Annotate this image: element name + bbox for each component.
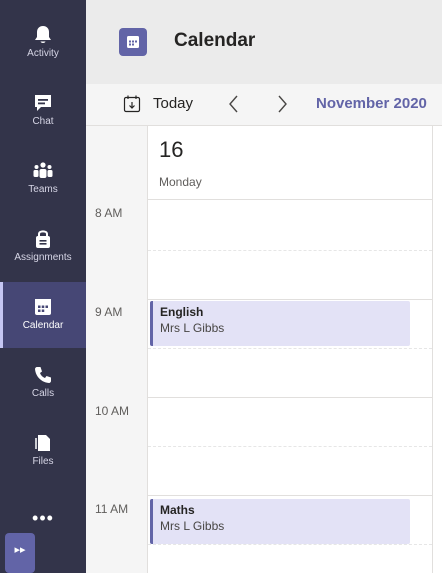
phone-icon <box>35 367 51 383</box>
day-header: 16 Monday <box>148 126 432 200</box>
files-icon <box>35 435 50 451</box>
event-organizer: Mrs L Gibbs <box>160 321 225 335</box>
rail-item-label: Assignments <box>14 252 72 263</box>
rail-item-label: Teams <box>28 184 58 195</box>
event-title: English <box>160 305 204 319</box>
hour-label: 10 AM <box>95 404 130 418</box>
half-hour-line <box>148 544 432 545</box>
rail-item-teams[interactable]: Teams <box>0 146 86 212</box>
hour-line <box>148 397 432 398</box>
hour-line <box>148 299 432 300</box>
rail-item-label: Chat <box>32 116 54 127</box>
hour-label: 8 AM <box>95 206 123 220</box>
calendar-grid: 8 AM 9 AM 10 AM 11 AM 16 Monday English … <box>86 126 442 573</box>
hour-label: 9 AM <box>95 305 123 319</box>
half-hour-line <box>148 348 432 349</box>
app-header: Calendar <box>86 0 442 84</box>
teams-icon <box>33 162 53 178</box>
calendar-toolbar: Today November 2020 <box>86 84 442 126</box>
chevron-left-icon[interactable] <box>224 92 244 116</box>
column-divider <box>432 126 433 573</box>
event-english[interactable]: English Mrs L Gibbs <box>150 301 410 346</box>
half-hour-line <box>148 446 432 447</box>
rail-item-assignments[interactable]: Assignments <box>0 214 86 280</box>
half-hour-line <box>148 250 432 251</box>
event-title: Maths <box>160 503 195 517</box>
rail-item-label: Activity <box>27 48 59 59</box>
bell-icon <box>35 26 51 43</box>
rail-item-label: Calls <box>31 388 55 399</box>
more-apps-button[interactable]: ••• <box>0 500 86 536</box>
month-picker[interactable]: November 2020 <box>316 95 427 112</box>
today-button[interactable]: Today <box>153 95 193 112</box>
expand-apps-button[interactable]: ▸▸ <box>5 533 35 573</box>
rail-item-calendar[interactable]: Calendar <box>0 282 86 348</box>
rail-item-activity[interactable]: Activity <box>0 10 86 76</box>
time-column: 8 AM 9 AM 10 AM 11 AM <box>86 126 148 573</box>
rail-item-label: Calendar <box>22 320 64 331</box>
day-column[interactable]: 16 Monday English Mrs L Gibbs Maths Mrs … <box>148 126 432 573</box>
event-maths[interactable]: Maths Mrs L Gibbs <box>150 499 410 544</box>
day-number: 16 <box>159 137 184 162</box>
rail-item-files[interactable]: Files <box>0 418 86 484</box>
rail-item-label: Files <box>32 456 54 467</box>
calendar-app-badge <box>119 28 147 56</box>
day-name: Monday <box>159 175 202 189</box>
teams-app: Activity Chat Teams Assignments Calendar… <box>0 0 442 573</box>
hour-line <box>148 495 432 496</box>
calendar-icon <box>127 36 139 48</box>
rail-item-chat[interactable]: Chat <box>0 78 86 144</box>
today-calendar-icon <box>123 95 141 113</box>
event-organizer: Mrs L Gibbs <box>160 519 225 533</box>
app-rail: Activity Chat Teams Assignments Calendar… <box>0 0 86 573</box>
page-title: Calendar <box>174 30 256 51</box>
chat-icon <box>35 95 51 111</box>
chevron-right-icon[interactable] <box>272 92 292 116</box>
hour-label: 11 AM <box>95 502 129 516</box>
assignments-icon <box>36 230 50 248</box>
rail-item-calls[interactable]: Calls <box>0 350 86 416</box>
calendar-icon <box>35 299 51 315</box>
